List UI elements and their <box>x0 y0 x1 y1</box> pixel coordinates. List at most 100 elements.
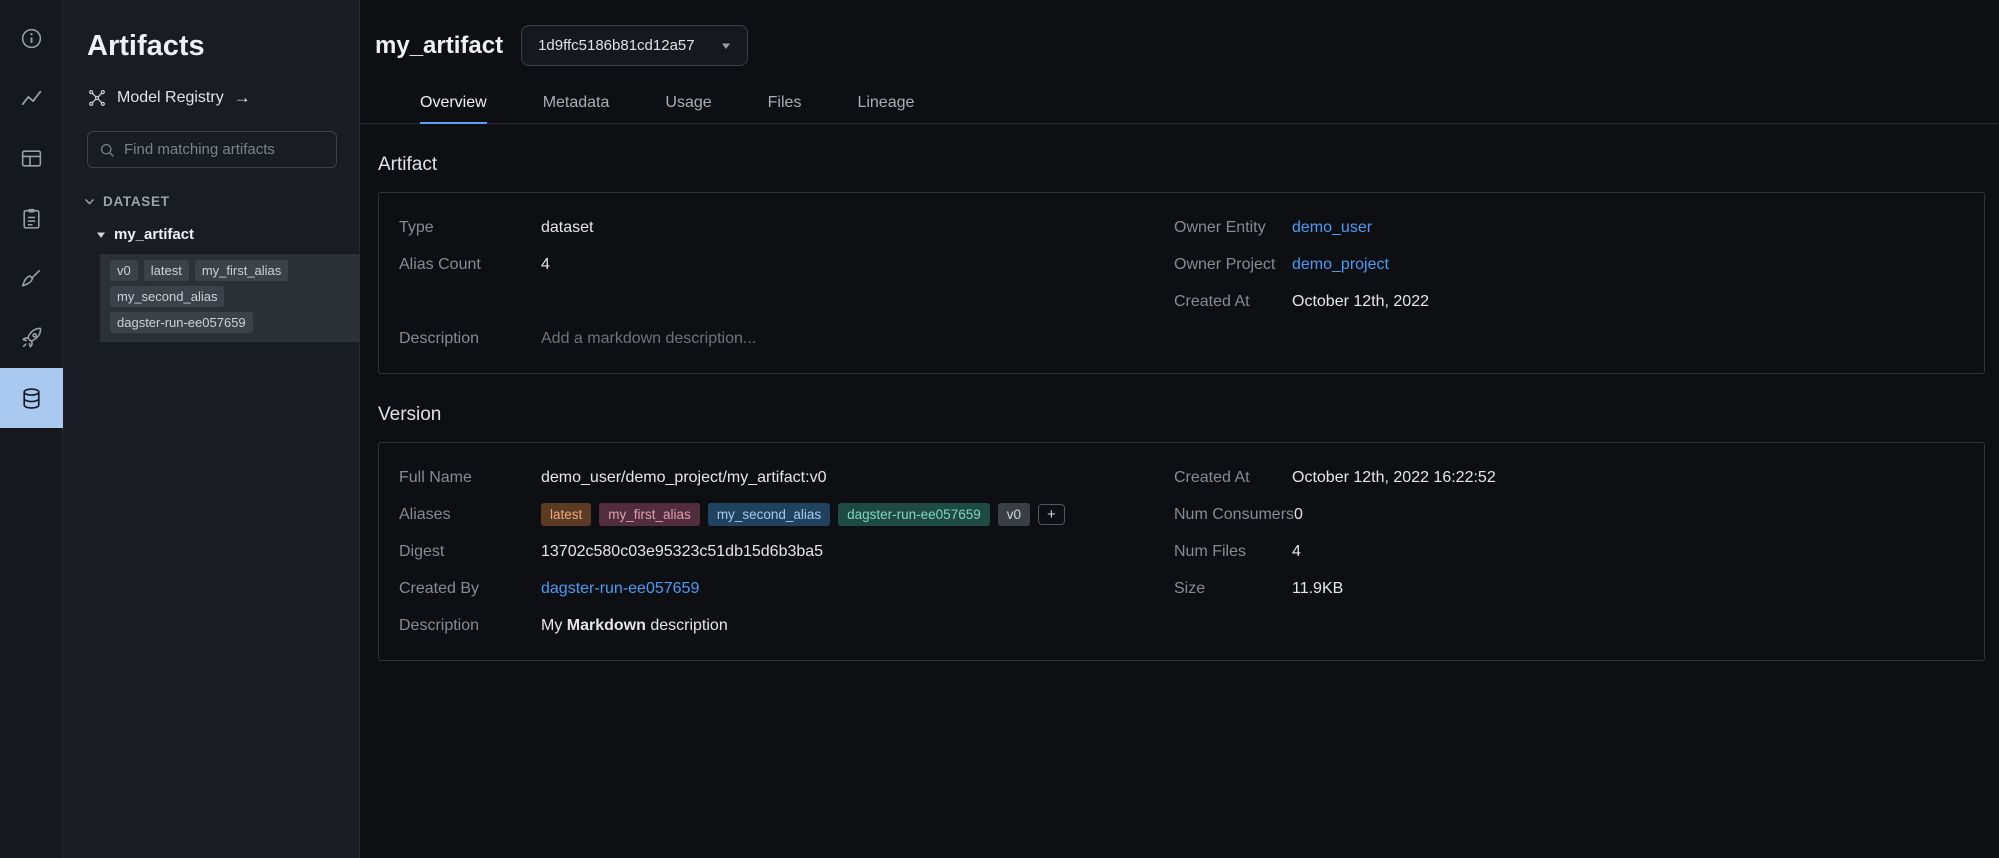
field-type-label: Type <box>399 219 541 237</box>
field-artifact-created-at-label: Created At <box>1174 293 1292 311</box>
version-chip-my-first-alias: my_first_alias <box>195 260 288 281</box>
version-chip-dagster-run: dagster-run-ee057659 <box>110 312 253 333</box>
spacer <box>399 283 1154 320</box>
field-version-description-value[interactable]: My Markdown description <box>541 617 728 635</box>
tab-metadata[interactable]: Metadata <box>515 83 638 123</box>
field-alias-count-label: Alias Count <box>399 256 541 274</box>
tab-overview[interactable]: Overview <box>392 83 515 123</box>
version-selector-dropdown[interactable]: 1d9ffc5186b81cd12a57 <box>521 25 748 66</box>
alias-chip-my-first-alias[interactable]: my_first_alias <box>599 503 700 526</box>
main-header: my_artifact 1d9ffc5186b81cd12a57 <box>360 0 1999 83</box>
description-bold: Markdown <box>567 617 646 634</box>
version-selector-value: 1d9ffc5186b81cd12a57 <box>538 37 695 54</box>
version-chip-row: v0 latest my_first_alias <box>110 260 350 281</box>
artifact-panel-left: Type dataset Alias Count 4 Description A… <box>379 209 1174 357</box>
version-chip-v0: v0 <box>110 260 138 281</box>
field-full-name-value: demo_user/demo_project/my_artifact:v0 <box>541 469 826 487</box>
tab-files[interactable]: Files <box>740 83 830 123</box>
artifact-panel: Type dataset Alias Count 4 Description A… <box>378 192 1985 374</box>
version-chip-latest: latest <box>144 260 189 281</box>
overview-content: Artifact Type dataset Alias Count 4 Desc… <box>360 124 1999 661</box>
field-full-name-label: Full Name <box>399 469 541 487</box>
tree-node-my-artifact[interactable]: my_artifact <box>96 226 194 243</box>
reports-icon[interactable] <box>0 188 63 248</box>
artifact-title: my_artifact <box>375 32 503 60</box>
nav-rail <box>0 0 63 858</box>
page-title: Artifacts <box>87 30 205 63</box>
field-aliases-label: Aliases <box>399 506 541 524</box>
field-version-description: Description My Markdown description <box>399 607 1154 644</box>
artifact-section-heading: Artifact <box>378 154 1985 176</box>
field-owner-project-label: Owner Project <box>1174 256 1292 274</box>
field-artifact-created-at-value: October 12th, 2022 <box>1292 293 1429 311</box>
field-created-by-label: Created By <box>399 580 541 598</box>
field-artifact-description-label: Description <box>399 330 541 348</box>
tree-node-dataset-label: DATASET <box>103 194 170 209</box>
field-type: Type dataset <box>399 209 1154 246</box>
tree-node-my-artifact-label: my_artifact <box>114 226 194 243</box>
triangle-down-icon <box>96 230 106 240</box>
charts-icon[interactable] <box>0 68 63 128</box>
field-digest-label: Digest <box>399 543 541 561</box>
app-root: Artifacts Model Registry → DATASET <box>0 0 1999 858</box>
created-by-link[interactable]: dagster-run-ee057659 <box>541 580 699 598</box>
description-prefix: My <box>541 617 567 634</box>
arrow-right-icon: → <box>234 88 251 108</box>
alias-chip-v0[interactable]: v0 <box>998 503 1030 526</box>
artifact-description-placeholder[interactable]: Add a markdown description... <box>541 330 756 348</box>
field-version-created-at-value: October 12th, 2022 16:22:52 <box>1292 469 1496 487</box>
field-full-name: Full Name demo_user/demo_project/my_arti… <box>399 459 1154 496</box>
field-size-label: Size <box>1174 580 1292 598</box>
field-num-consumers-label: Num Consumers <box>1174 506 1294 524</box>
field-version-created-at: Created At October 12th, 2022 16:22:52 <box>1174 459 1984 496</box>
owner-entity-link[interactable]: demo_user <box>1292 219 1372 237</box>
sweeps-icon[interactable] <box>0 248 63 308</box>
tree-version-selected[interactable]: v0 latest my_first_alias my_second_alias… <box>100 254 360 342</box>
owner-project-link[interactable]: demo_project <box>1292 256 1389 274</box>
info-icon[interactable] <box>0 8 63 68</box>
caret-down-icon <box>721 41 731 51</box>
artifacts-icon[interactable] <box>0 368 63 428</box>
version-chip-my-second-alias: my_second_alias <box>110 286 224 307</box>
field-alias-count-value: 4 <box>541 256 550 274</box>
field-version-description-label: Description <box>399 617 541 635</box>
alias-chip-my-second-alias[interactable]: my_second_alias <box>708 503 830 526</box>
field-num-files-label: Num Files <box>1174 543 1292 561</box>
version-section-heading: Version <box>378 404 1985 426</box>
artifact-search[interactable] <box>87 131 337 168</box>
search-icon <box>98 141 116 159</box>
description-suffix: description <box>646 617 728 634</box>
tab-lineage[interactable]: Lineage <box>829 83 942 123</box>
alias-chip-latest[interactable]: latest <box>541 503 591 526</box>
field-size: Size 11.9KB <box>1174 570 1984 607</box>
field-num-files: Num Files 4 <box>1174 533 1984 570</box>
model-registry-link[interactable]: Model Registry → <box>87 88 251 108</box>
field-alias-count: Alias Count 4 <box>399 246 1154 283</box>
artifact-panel-right: Owner Entity demo_user Owner Project dem… <box>1174 209 1984 357</box>
tables-icon[interactable] <box>0 128 63 188</box>
chevron-down-icon <box>83 195 96 208</box>
field-size-value: 11.9KB <box>1292 580 1343 598</box>
sidebar: Artifacts Model Registry → DATASET <box>63 0 360 858</box>
field-version-created-at-label: Created At <box>1174 469 1292 487</box>
field-num-consumers: Num Consumers 0 <box>1174 496 1984 533</box>
add-alias-button[interactable]: + <box>1038 504 1065 525</box>
tab-bar: Overview Metadata Usage Files Lineage <box>360 83 1999 124</box>
alias-chip-dagster-run[interactable]: dagster-run-ee057659 <box>838 503 990 526</box>
field-artifact-description: Description Add a markdown description..… <box>399 320 1154 357</box>
field-num-consumers-value: 0 <box>1294 506 1303 524</box>
field-digest: Digest 13702c580c03e95323c51db15d6b3ba5 <box>399 533 1154 570</box>
launch-icon[interactable] <box>0 308 63 368</box>
search-input[interactable] <box>124 141 326 158</box>
field-num-files-value: 4 <box>1292 543 1301 561</box>
field-created-by: Created By dagster-run-ee057659 <box>399 570 1154 607</box>
field-owner-project: Owner Project demo_project <box>1174 246 1984 283</box>
version-panel: Full Name demo_user/demo_project/my_arti… <box>378 442 1985 661</box>
tab-usage[interactable]: Usage <box>637 83 739 123</box>
model-registry-icon <box>87 88 107 108</box>
field-aliases: Aliases latest my_first_alias my_second_… <box>399 496 1154 533</box>
field-type-value: dataset <box>541 219 593 237</box>
alias-chip-list: latest my_first_alias my_second_alias da… <box>541 503 1065 526</box>
version-chip-row: my_second_alias <box>110 286 350 307</box>
tree-node-dataset[interactable]: DATASET <box>83 194 170 209</box>
